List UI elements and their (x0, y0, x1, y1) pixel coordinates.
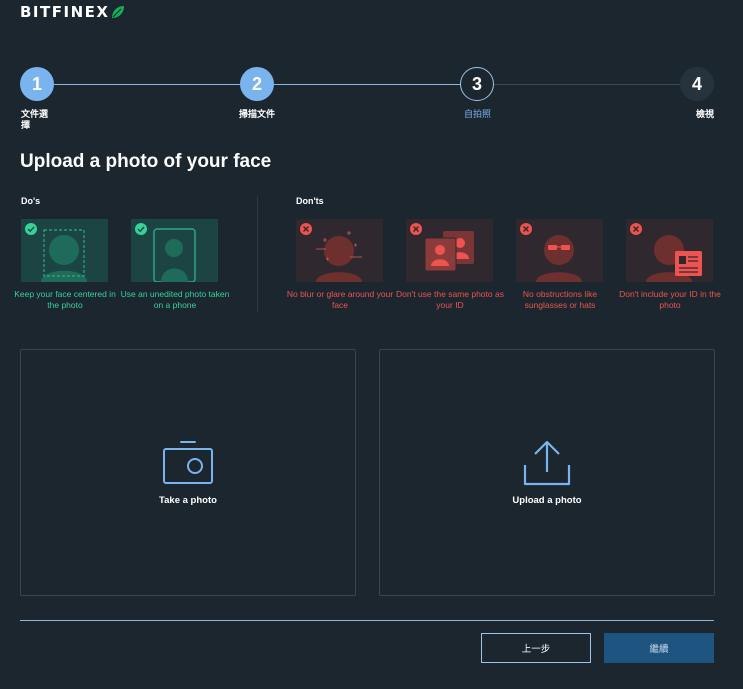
error-badge-icon (300, 223, 312, 235)
id-card-tile (626, 219, 713, 282)
check-badge-icon (25, 223, 37, 235)
upload-photo-label: Upload a photo (512, 495, 582, 506)
dos-heading: Do's (21, 196, 41, 206)
step-connector-2-3 (274, 84, 461, 85)
step-connector-1-2 (54, 84, 241, 85)
id-photo-caption: Don't use the same photo as your ID (396, 289, 504, 310)
step-2-number: 2 (251, 73, 262, 94)
back-button[interactable]: 上一步 (481, 633, 591, 663)
step-1-number: 1 (31, 73, 42, 94)
step-4-circle: 4 (680, 67, 714, 101)
brand-name: BITFINEX (20, 3, 110, 21)
id-photo-tile (406, 219, 493, 282)
step-4-number: 4 (691, 73, 702, 94)
continue-button[interactable]: 繼續 (604, 633, 714, 663)
face-centered-caption: Keep your face centered in the photo (14, 289, 116, 310)
page-title: Upload a photo of your face (20, 151, 272, 172)
take-photo-label: Take a photo (159, 495, 217, 506)
step-2-circle: 2 (240, 67, 274, 101)
check-badge-icon (135, 223, 147, 235)
step-3-circle: 3 (460, 67, 494, 101)
sunglasses-tile (516, 219, 603, 282)
phone-photo-tile (131, 219, 218, 282)
leaf-icon (112, 6, 125, 18)
phone-photo-caption: Use an unedited photo taken on a phone (120, 289, 230, 310)
error-badge-icon (410, 223, 422, 235)
step-2-label: 掃描文件 (239, 109, 276, 119)
step-3-number: 3 (471, 73, 482, 94)
step-1-circle: 1 (20, 67, 54, 101)
id-card-caption: Don't include your ID in the photo (619, 289, 721, 310)
bitfinex-logo[interactable]: BITFINEX (20, 3, 125, 21)
sunglasses-caption: No obstructions like sunglasses or hats (522, 289, 598, 310)
take-photo-option[interactable]: Take a photo (20, 349, 356, 596)
blur-glare-caption: No blur or glare around your face (286, 289, 394, 310)
upload-icon (523, 440, 571, 486)
camera-icon (163, 441, 213, 484)
error-badge-icon (630, 223, 642, 235)
footer-divider (20, 620, 714, 621)
step-4-label: 檢視 (696, 109, 715, 119)
face-centered-tile (21, 219, 108, 282)
guidelines-divider (257, 196, 258, 312)
step-1-label: 文件選擇 (21, 109, 49, 130)
blur-glare-tile (296, 219, 383, 282)
step-connector-3-4 (494, 84, 681, 85)
step-3-label: 自拍照 (464, 109, 492, 119)
donts-heading: Don'ts (296, 196, 324, 206)
upload-photo-option[interactable]: Upload a photo (379, 349, 715, 596)
error-badge-icon (520, 223, 532, 235)
